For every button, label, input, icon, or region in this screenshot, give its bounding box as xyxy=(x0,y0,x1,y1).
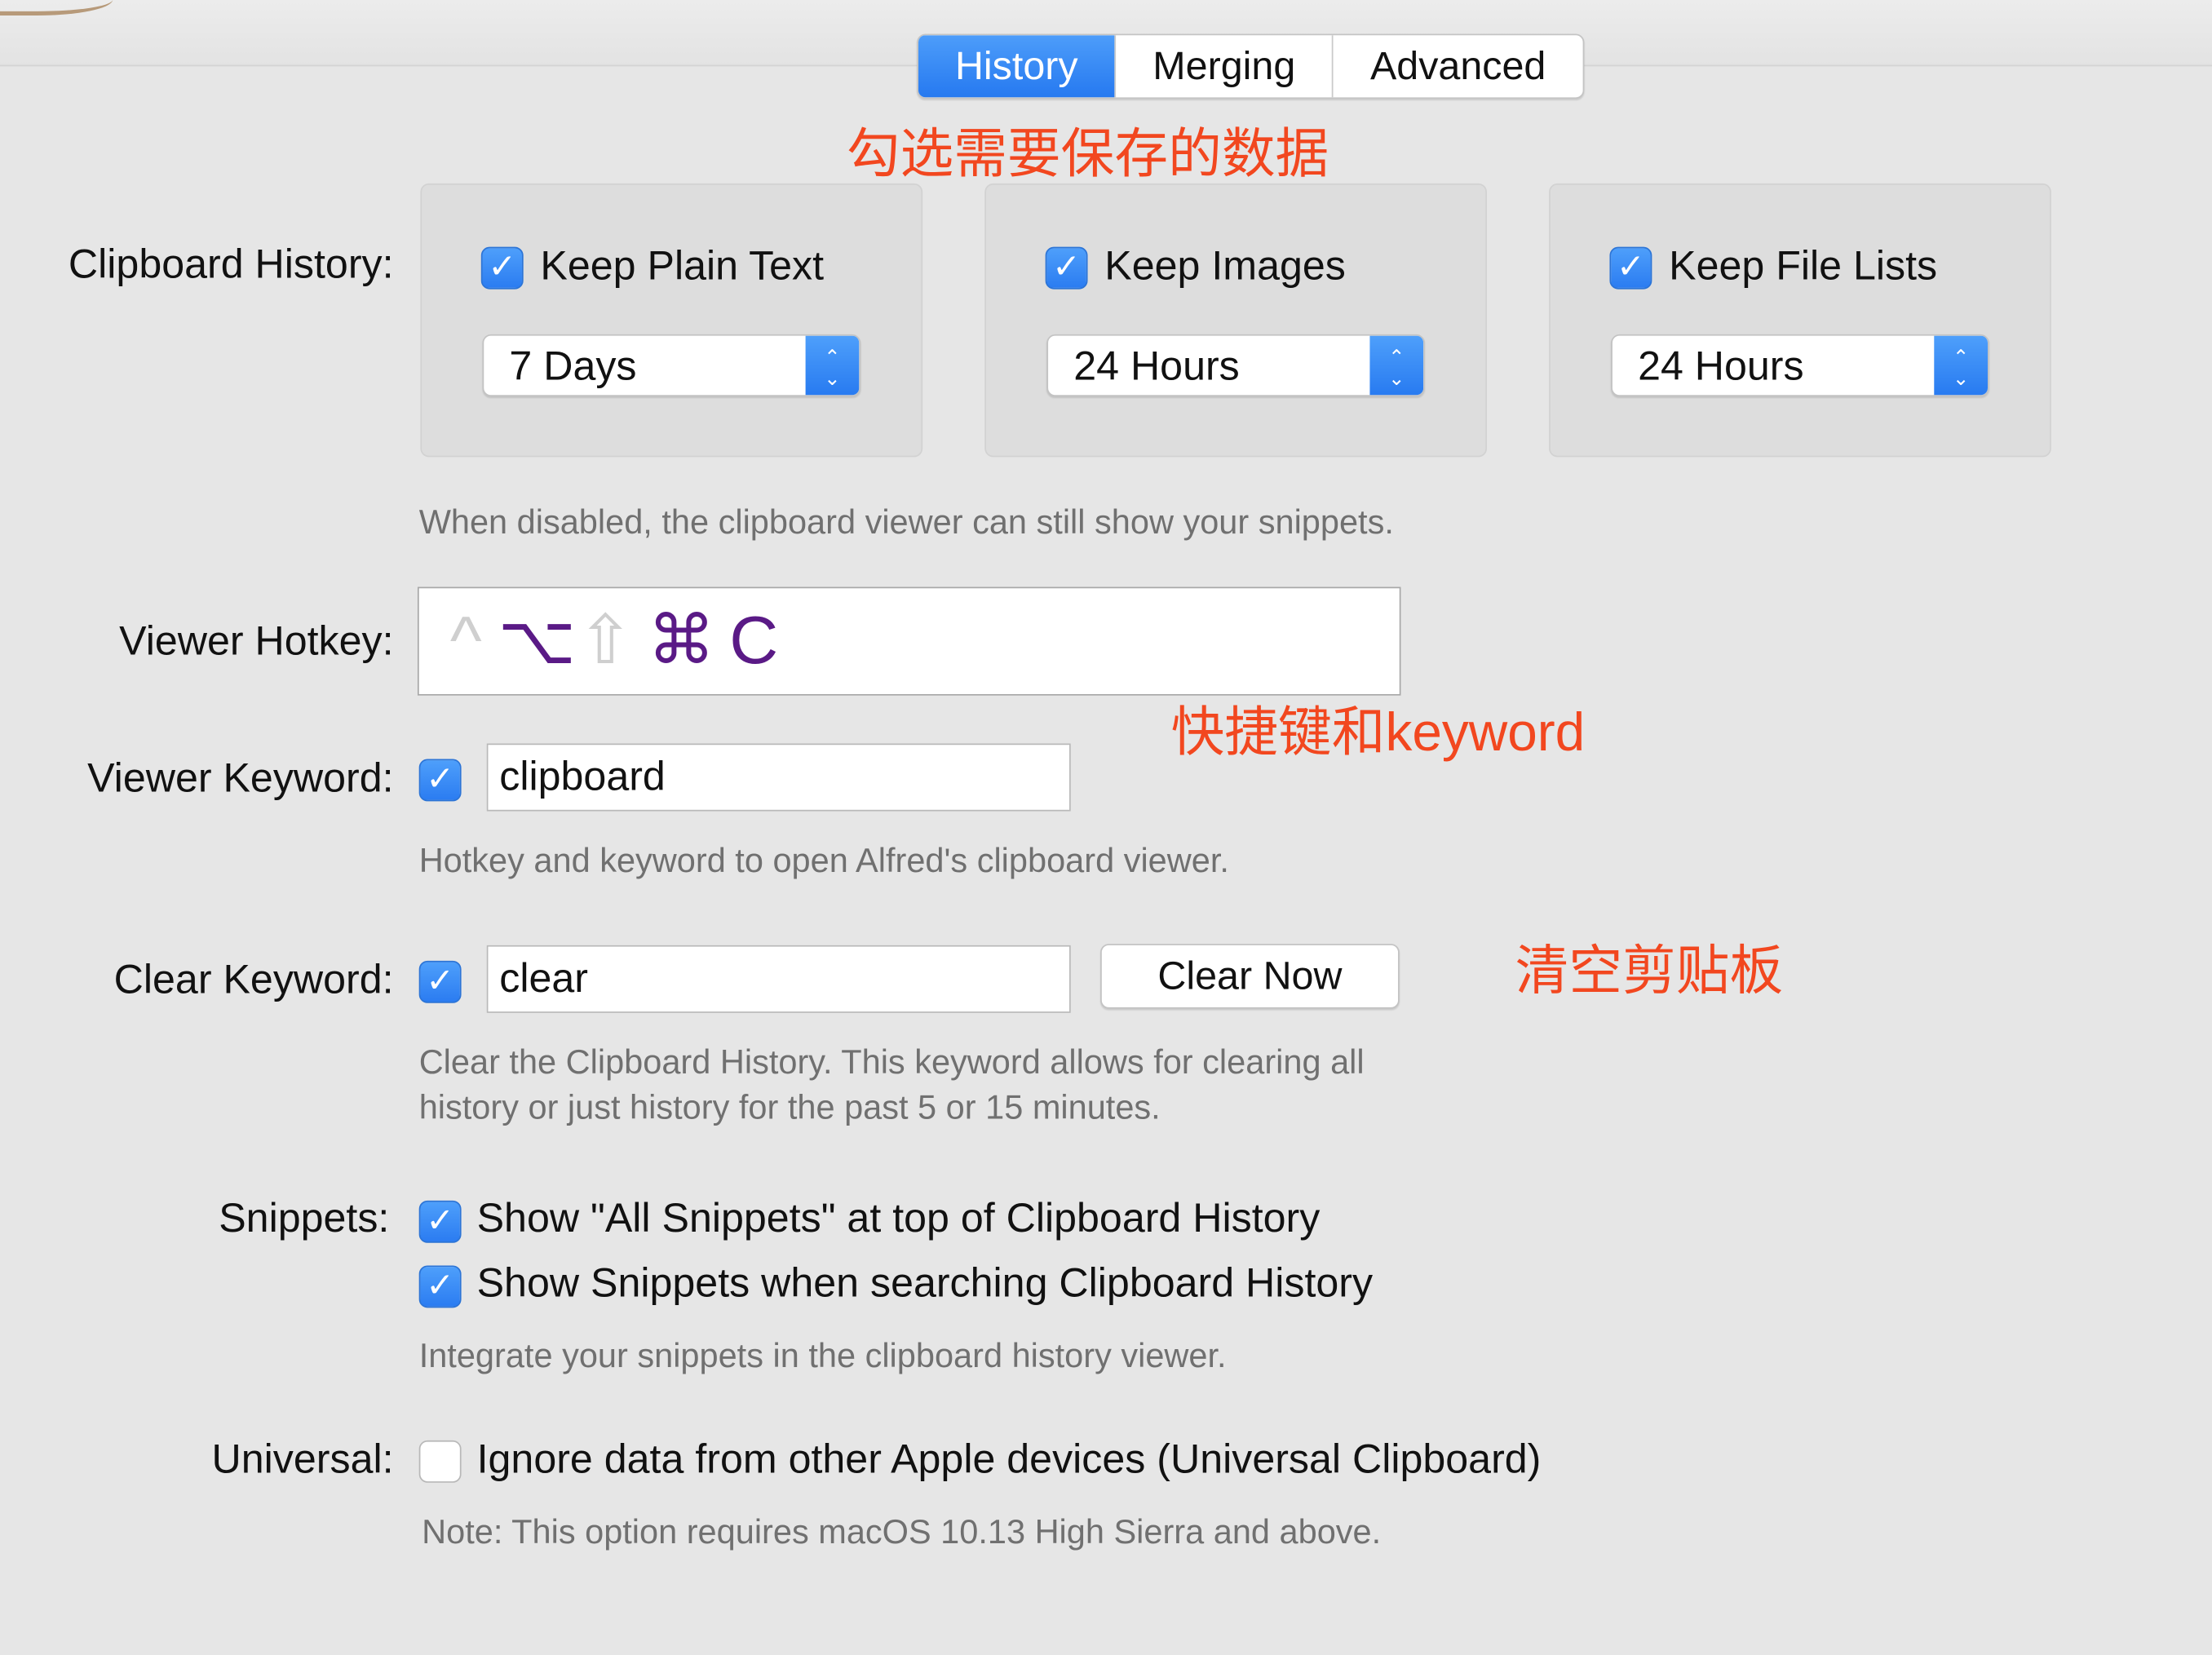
stepper-up-icon: ⌃ xyxy=(1388,345,1405,369)
group-file-lists: ✓ Keep File Lists 24 Hours ⌃ ⌄ xyxy=(1549,183,2051,458)
show-snippets-searching-label: Show Snippets when searching Clipboard H… xyxy=(476,1261,1374,1307)
clipboard-history-label: Clipboard History: xyxy=(68,242,394,288)
clear-keyword-label: Clear Keyword: xyxy=(113,958,394,1003)
tab-merging[interactable]: Merging xyxy=(1116,35,1334,98)
clear-keyword-checkbox[interactable]: ✓ xyxy=(418,960,462,1003)
snippets-label: Snippets: xyxy=(219,1196,390,1242)
universal-clipboard-label: Ignore data from other Apple devices (Un… xyxy=(476,1437,1542,1483)
option-key-icon: ⌥ xyxy=(498,604,577,679)
tab-history[interactable]: History xyxy=(918,35,1117,98)
show-snippets-searching-checkbox[interactable]: ✓ xyxy=(418,1265,462,1308)
keep-images-checkbox[interactable]: ✓ xyxy=(1045,246,1088,290)
hotkey-letter: C xyxy=(729,604,779,679)
keep-images-label: Keep Images xyxy=(1104,244,1346,290)
annotation-select-data: 勾选需要保存的数据 xyxy=(846,125,1329,185)
plain-text-duration-select[interactable]: 7 Days ⌃ ⌄ xyxy=(482,334,861,397)
annotation-clear-clipboard: 清空剪贴板 xyxy=(1515,942,1784,1002)
clipboard-history-help: When disabled, the clipboard viewer can … xyxy=(418,503,1394,542)
clear-keyword-help-line2: history or just history for the past 5 o… xyxy=(418,1089,1161,1127)
tab-advanced[interactable]: Advanced xyxy=(1334,35,1582,97)
file-lists-duration-value: 24 Hours xyxy=(1638,344,1804,390)
group-plain-text: ✓ Keep Plain Text 7 Days ⌃ ⌄ xyxy=(420,183,923,458)
shift-key-icon: ⇧ xyxy=(577,604,634,679)
stepper-down-icon: ⌄ xyxy=(1388,366,1405,390)
stepper-down-icon: ⌄ xyxy=(824,366,841,390)
universal-help: Note: This option requires macOS 10.13 H… xyxy=(422,1513,1382,1552)
stepper-down-icon: ⌄ xyxy=(1952,366,1970,390)
window-corner-decoration xyxy=(0,0,113,16)
viewer-hotkey-field[interactable]: ^ ⌥ ⇧ ⌘ C xyxy=(417,586,1401,696)
clear-now-button[interactable]: Clear Now xyxy=(1100,944,1400,1009)
annotation-hotkey-keyword: 快捷键和keyword xyxy=(1170,704,1586,763)
clear-keyword-help-line1: Clear the Clipboard History. This keywor… xyxy=(418,1043,1365,1082)
popup-stepper-icon: ⌃ ⌄ xyxy=(805,335,860,396)
tab-bar: History Merging Advanced xyxy=(917,33,1585,100)
popup-stepper-icon: ⌃ ⌄ xyxy=(1369,335,1424,396)
keep-file-lists-label: Keep File Lists xyxy=(1669,244,1938,290)
keep-file-lists-checkbox[interactable]: ✓ xyxy=(1609,246,1652,290)
keep-plain-text-label: Keep Plain Text xyxy=(540,244,825,290)
images-duration-select[interactable]: 24 Hours ⌃ ⌄ xyxy=(1046,334,1425,397)
control-key-icon: ^ xyxy=(449,604,482,679)
clear-keyword-input[interactable]: clear xyxy=(486,945,1071,1013)
command-key-icon: ⌘ xyxy=(647,604,715,679)
viewer-keyword-help: Hotkey and keyword to open Alfred's clip… xyxy=(418,842,1229,881)
plain-text-duration-value: 7 Days xyxy=(509,344,637,390)
viewer-keyword-input[interactable]: clipboard xyxy=(486,743,1071,812)
stepper-up-icon: ⌃ xyxy=(1952,345,1970,369)
universal-label: Universal: xyxy=(211,1437,394,1483)
show-all-snippets-checkbox[interactable]: ✓ xyxy=(418,1200,462,1243)
show-all-snippets-label: Show "All Snippets" at top of Clipboard … xyxy=(476,1196,1321,1242)
viewer-hotkey-label: Viewer Hotkey: xyxy=(119,619,394,665)
preferences-window: History Merging Advanced 勾选需要保存的数据 Clipb… xyxy=(0,0,2212,1655)
file-lists-duration-select[interactable]: 24 Hours ⌃ ⌄ xyxy=(1611,334,1989,397)
viewer-keyword-label: Viewer Keyword: xyxy=(87,756,394,802)
group-images: ✓ Keep Images 24 Hours ⌃ ⌄ xyxy=(984,183,1487,458)
universal-clipboard-checkbox[interactable] xyxy=(418,1440,462,1483)
images-duration-value: 24 Hours xyxy=(1073,344,1240,390)
keep-plain-text-checkbox[interactable]: ✓ xyxy=(480,246,524,290)
popup-stepper-icon: ⌃ ⌄ xyxy=(1934,335,1989,396)
snippets-help: Integrate your snippets in the clipboard… xyxy=(418,1337,1227,1376)
stepper-up-icon: ⌃ xyxy=(824,345,841,369)
viewer-keyword-checkbox[interactable]: ✓ xyxy=(418,759,462,802)
